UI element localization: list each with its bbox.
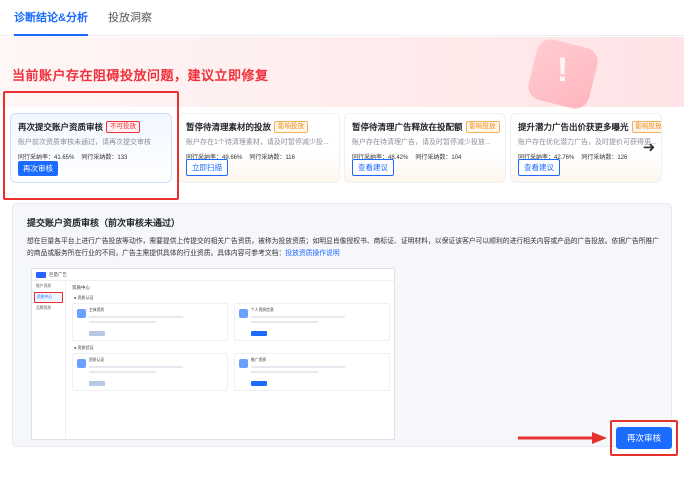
card-title: 提升潜力广告出价获更多曝光 — [518, 122, 629, 132]
tab-diagnosis[interactable]: 诊断结论&分析 — [14, 9, 98, 36]
tab-insight[interactable]: 投放洞察 — [108, 9, 162, 35]
adoption-count: 同行采纳数：126 — [581, 155, 628, 161]
suggestion-card-material[interactable]: 暂停待清理素材的投放 影响投放 账户存在1个待清理素材，请及时暂停减少投... 同… — [178, 113, 340, 183]
mini-card: 推广资质 — [234, 353, 390, 391]
arrow-right-icon[interactable]: ➜ — [638, 137, 660, 159]
mini-page-title: 资质中心 — [72, 285, 90, 290]
tab-bar: 诊断结论&分析 投放洞察 — [0, 0, 684, 36]
mini-card: 主体资质 — [72, 303, 228, 341]
status-badge: 影响投放 — [631, 121, 661, 133]
card-description: 账户存在优化潜力广告，及时提价可获得更... — [518, 139, 657, 146]
detail-panel: 提交账户资质审核（前次审核未通过） 想在巨量各平台上进行广告投放等动作，需要提供… — [12, 203, 672, 447]
mini-sidebar-item: 品牌资质 — [36, 306, 52, 310]
detail-title: 提交账户资质审核（前次审核未通过） — [27, 218, 181, 228]
warning-badge-icon: ! — [525, 36, 601, 112]
example-screenshot: 巨量广告 账户资质 资质中心 品牌资质 资质中心 ● 资质认证 主体资质 个人资… — [31, 268, 395, 440]
mini-sidebar: 账户资质 资质中心 品牌资质 — [32, 281, 66, 439]
brand-name: 巨量广告 — [49, 271, 67, 277]
adoption-count: 同行采纳数：104 — [415, 155, 462, 161]
mini-section: ● 资质验证 — [74, 345, 94, 350]
card-title: 暂停待清理素材的投放 — [186, 122, 272, 132]
mini-card: 资质认证 — [72, 353, 228, 391]
suggestion-card-quota[interactable]: 暂停待清理广告释放在投配额 影响投放 账户存在待清理广告，请及时暂停减少投放...… — [344, 113, 506, 183]
brand-logo-icon — [36, 271, 46, 278]
scan-now-button[interactable]: 立即扫描 — [186, 159, 228, 176]
status-badge: 影响投放 — [465, 121, 500, 133]
banner-title: 当前账户存在阻碍投放问题，建议立即修复 — [12, 68, 269, 83]
detail-description: 想在巨量各平台上进行广告投放等动作，需要提供上传提交的相关广告资质，被称为投放资… — [27, 238, 660, 257]
mini-card: 个人资质信息 — [234, 303, 390, 341]
mini-sidebar-item: 资质中心 — [34, 292, 63, 303]
card-description: 账户存在待清理广告，请及时暂停减少投放... — [352, 139, 491, 146]
resubmit-review-button[interactable]: 再次审核 — [616, 427, 672, 449]
adoption-count: 同行采纳数：116 — [249, 155, 295, 161]
view-suggestion-button[interactable]: 查看建议 — [352, 159, 394, 176]
status-badge: 影响投放 — [274, 121, 309, 133]
mini-section: ● 资质认证 — [74, 295, 94, 300]
mini-sidebar-item: 账户资质 — [36, 284, 52, 288]
view-suggestion-button[interactable]: 查看建议 — [518, 159, 560, 176]
doc-link[interactable]: 投放资质操作说明 — [285, 250, 339, 257]
annotation-arrow-icon — [518, 432, 607, 444]
card-title: 暂停待清理广告释放在投配额 — [352, 122, 463, 132]
card-description: 账户存在1个待清理素材，请及时暂停减少投... — [186, 139, 329, 146]
annotation-highlight-card — [3, 91, 179, 200]
